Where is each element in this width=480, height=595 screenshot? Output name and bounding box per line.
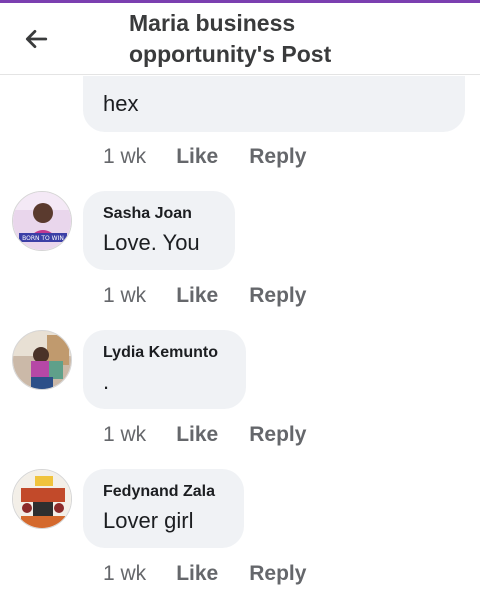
comment-text: Love. You (103, 230, 200, 255)
page-title-line-2: opportunity's Post (129, 41, 332, 67)
avatar-image (13, 470, 71, 528)
comment-time[interactable]: 1 wk (103, 145, 146, 169)
post-header: Maria business opportunity's Post (0, 3, 480, 75)
page-title: Maria business opportunity's Post (129, 8, 449, 70)
like-button[interactable]: Like (176, 284, 218, 308)
comment-author[interactable]: Lydia Kemunto (103, 344, 218, 362)
comment-actions-previous: 1 wk Like Reply (103, 143, 306, 171)
comment-bubble-previous[interactable]: lsiuuiiukguuiiizhhxuxuixjgnk hex (83, 76, 465, 132)
comment-bubble[interactable]: Lydia Kemunto . (83, 330, 246, 409)
comment-bubble[interactable]: Fedynand Zala Lover girl (83, 469, 244, 548)
like-button[interactable]: Like (176, 423, 218, 447)
avatar-image (13, 331, 71, 389)
comment-author[interactable]: Sasha Joan (103, 205, 192, 223)
like-button[interactable]: Like (176, 562, 218, 586)
comment-time[interactable]: 1 wk (103, 284, 146, 308)
reply-button[interactable]: Reply (249, 562, 306, 586)
like-button[interactable]: Like (176, 145, 218, 169)
reply-button[interactable]: Reply (249, 145, 306, 169)
arrow-left-icon (25, 30, 48, 48)
avatar-lydia-kemunto[interactable] (12, 330, 72, 390)
comment-time[interactable]: 1 wk (103, 423, 146, 447)
avatar-fedynand-zala[interactable] (12, 469, 72, 529)
comment-time[interactable]: 1 wk (103, 562, 146, 586)
comment-text: Lover girl (103, 508, 194, 533)
avatar-image: BORN TO WIN (13, 192, 71, 250)
comment-bubble[interactable]: Sasha Joan Love. You (83, 191, 235, 270)
comment-author[interactable]: Fedynand Zala (103, 483, 215, 501)
page-title-line-1: Maria business (129, 10, 296, 36)
comment-actions: 1 wk Like Reply (103, 421, 306, 449)
comments-feed[interactable]: lsiuuiiukguuiiizhhxuxuixjgnk hex 1 wk Li… (0, 76, 480, 595)
back-button[interactable] (16, 19, 56, 59)
comment-actions: 1 wk Like Reply (103, 282, 306, 310)
comment-text: . (103, 369, 110, 394)
avatar-caption: BORN TO WIN (22, 235, 64, 242)
comment-actions: 1 wk Like Reply (103, 560, 306, 588)
comment-text-end: hex (103, 91, 139, 116)
reply-button[interactable]: Reply (249, 284, 306, 308)
reply-button[interactable]: Reply (249, 423, 306, 447)
avatar-sasha-joan[interactable]: BORN TO WIN (12, 191, 72, 251)
